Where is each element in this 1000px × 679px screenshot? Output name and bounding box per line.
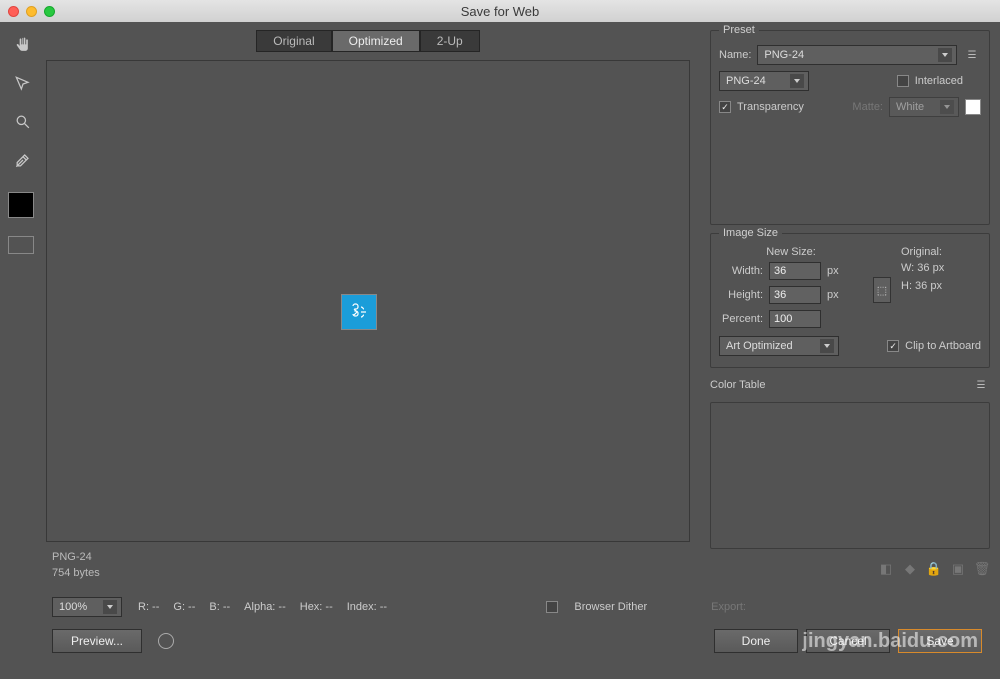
- eyedropper-tool-icon[interactable]: [8, 146, 38, 174]
- original-height: H: 36 px: [901, 280, 981, 292]
- constrain-proportions-icon[interactable]: ⬚: [873, 277, 891, 303]
- width-input[interactable]: [769, 262, 821, 280]
- snap-color-icon[interactable]: ◧: [878, 561, 894, 577]
- foreground-color-swatch[interactable]: [8, 192, 34, 218]
- tab-original[interactable]: Original: [256, 30, 331, 52]
- height-input[interactable]: [769, 286, 821, 304]
- transparency-label: Transparency: [737, 101, 804, 113]
- artwork-preview: [341, 294, 377, 330]
- window-title: Save for Web: [461, 4, 540, 19]
- resample-select[interactable]: Art Optimized: [719, 336, 839, 356]
- browser-preview-icon[interactable]: [158, 633, 174, 649]
- browser-dither-checkbox[interactable]: [546, 601, 558, 613]
- export-label: Export:: [711, 601, 746, 613]
- readout-g: G: --: [173, 601, 195, 613]
- zoom-select[interactable]: 100%: [52, 597, 122, 617]
- slice-select-tool-icon[interactable]: [8, 70, 38, 98]
- readout-alpha: Alpha: --: [244, 601, 286, 613]
- matte-label: Matte:: [852, 101, 883, 113]
- preview-canvas[interactable]: [46, 60, 690, 542]
- preset-flyout-menu[interactable]: [963, 48, 981, 62]
- browser-dither-label: Browser Dither: [574, 601, 647, 613]
- done-button[interactable]: Done: [714, 629, 798, 653]
- transparency-checkbox[interactable]: [719, 101, 731, 113]
- interlaced-label: Interlaced: [915, 75, 963, 87]
- interlaced-checkbox[interactable]: [897, 75, 909, 87]
- hand-tool-icon[interactable]: [8, 32, 38, 60]
- tab-2up[interactable]: 2-Up: [420, 30, 480, 52]
- readout-hex: Hex: --: [300, 601, 333, 613]
- zoom-tool-icon[interactable]: [8, 108, 38, 136]
- tab-optimized[interactable]: Optimized: [332, 30, 420, 52]
- delete-color-icon[interactable]: 🗑: [974, 561, 990, 577]
- preview-tabs: Original Optimized 2-Up: [46, 30, 690, 52]
- color-table-flyout-menu[interactable]: [972, 378, 990, 392]
- file-format: PNG-24: [52, 550, 684, 565]
- tool-sidebar: [0, 22, 46, 589]
- name-label: Name:: [719, 49, 751, 61]
- color-table-panel: [710, 402, 990, 549]
- new-color-icon[interactable]: ▣: [950, 561, 966, 577]
- file-size: 754 bytes: [52, 566, 684, 581]
- image-size-panel: Image Size New Size: Width:px Height:px …: [710, 233, 990, 368]
- readout-r: R: --: [138, 601, 159, 613]
- lock-color-icon[interactable]: 🔒: [926, 561, 942, 577]
- matte-color-swatch[interactable]: [965, 99, 981, 115]
- clip-to-artboard-label: Clip to Artboard: [905, 340, 981, 352]
- preview-button[interactable]: Preview...: [52, 629, 142, 653]
- format-select[interactable]: PNG-24: [719, 71, 809, 91]
- readout-index: Index: --: [347, 601, 387, 613]
- color-table-header: Color Table: [710, 376, 990, 394]
- preset-panel-title: Preset: [719, 24, 759, 36]
- window-minimize-button[interactable]: [26, 6, 37, 17]
- readout-b: B: --: [209, 601, 230, 613]
- cancel-button[interactable]: Cancel: [806, 629, 890, 653]
- new-size-label: New Size:: [719, 246, 863, 258]
- window-titlebar: Save for Web: [0, 0, 1000, 22]
- preset-panel: Preset Name: PNG-24 PNG-24 Interlaced Tr…: [710, 30, 990, 225]
- save-button[interactable]: Save: [898, 629, 982, 653]
- window-close-button[interactable]: [8, 6, 19, 17]
- preset-name-select[interactable]: PNG-24: [757, 45, 957, 65]
- image-size-title: Image Size: [719, 227, 782, 239]
- window-zoom-button[interactable]: [44, 6, 55, 17]
- shift-color-icon[interactable]: ◆: [902, 561, 918, 577]
- color-table-title: Color Table: [710, 379, 765, 391]
- file-info: PNG-24 754 bytes: [46, 542, 690, 589]
- color-table-toolbar: ◧ ◆ 🔒 ▣ 🗑: [710, 557, 990, 581]
- matte-select: White: [889, 97, 959, 117]
- slice-visibility-toggle[interactable]: [8, 236, 34, 254]
- clip-to-artboard-checkbox[interactable]: [887, 340, 899, 352]
- original-size-label: Original:: [901, 246, 981, 258]
- percent-input[interactable]: [769, 310, 821, 328]
- original-width: W: 36 px: [901, 262, 981, 274]
